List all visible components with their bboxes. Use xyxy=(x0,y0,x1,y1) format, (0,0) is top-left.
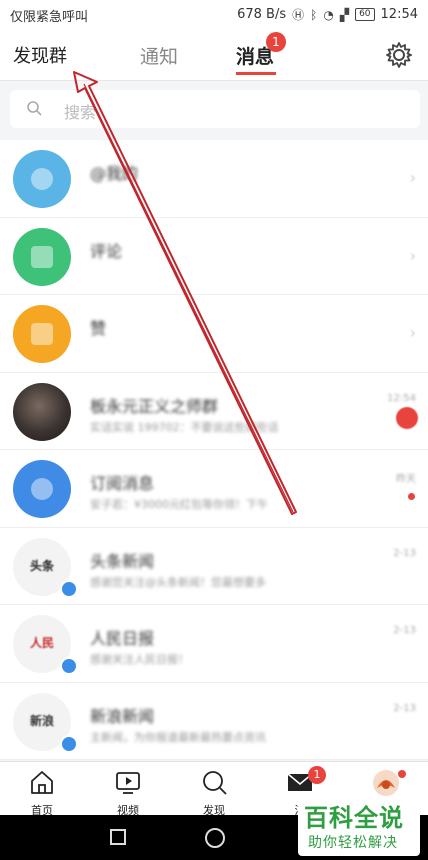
list-item-time: 2-13 xyxy=(393,547,416,559)
list-item-title: @我的 xyxy=(90,164,139,183)
list-item-subtitle: 感谢关注人民日报！ xyxy=(90,653,189,666)
list-item-subtitle: 实话实说 199702：不要说这些那些话 xyxy=(90,420,279,434)
settings-gear-icon[interactable] xyxy=(384,40,414,70)
list-item-subtitle: 安子若：¥3000元红包等你领！下午 xyxy=(90,498,268,511)
list-item-time: 12:54 xyxy=(387,392,416,404)
battery-icon: 60 xyxy=(355,8,375,21)
verified-badge xyxy=(60,657,78,675)
chevron-right-icon: › xyxy=(409,168,416,187)
carrier-text: 仅限紧急呼叫 xyxy=(10,10,89,25)
list-item-sina-news[interactable]: 新浪 新浪新闻 主新闻，为你报道最新最热要点资讯 2-13 xyxy=(0,683,428,760)
list-item-time: 2-13 xyxy=(393,702,416,714)
active-tab-indicator xyxy=(236,72,276,75)
watermark-subtitle: 助你轻松解决 xyxy=(308,835,398,851)
messages-tab-badge: 1 xyxy=(266,32,286,52)
chevron-right-icon: › xyxy=(409,323,416,342)
search-icon xyxy=(27,101,42,116)
comments-avatar xyxy=(13,227,71,286)
list-item-subtitle: 主新闻，为你报道最新最热要点资讯 xyxy=(90,730,266,744)
list-item-title: 板永元正义之师群 xyxy=(90,396,219,416)
list-item-group-chat[interactable]: 板永元正义之师群 实话实说 199702：不要说这些那些话 12:54 xyxy=(0,373,428,450)
list-item-toutiao-news[interactable]: 头条 头条新闻 感谢您关注@头条新闻！您最想要多 2-13 xyxy=(0,528,428,605)
search-placeholder: 搜索 xyxy=(64,103,97,122)
signal-icon: ▞ xyxy=(339,7,350,22)
list-item-subtitle: 感谢您关注@头条新闻！您最想要多 xyxy=(90,575,266,589)
recent-apps-button[interactable] xyxy=(110,829,126,845)
list-item-subscriptions[interactable]: 订阅消息 安子若：¥3000元红包等你领！下午 昨天 xyxy=(0,450,428,528)
subscriptions-avatar xyxy=(13,460,71,518)
wifi-icon: ◔ xyxy=(323,7,334,22)
unread-dot xyxy=(408,493,415,500)
list-item-title: 新浪新闻 xyxy=(90,706,155,726)
list-item-title: 订阅消息 xyxy=(90,474,155,493)
clock: 12:54 xyxy=(380,7,418,22)
status-bar: 仅限紧急呼叫 678 B/s Ⓗ ᛒ ◔ ▞ 60 12:54 xyxy=(0,0,428,28)
profile-avatar-icon xyxy=(373,770,399,796)
group-avatar xyxy=(13,382,71,441)
top-header: 发现群 通知 消息 1 xyxy=(0,28,428,81)
verified-badge xyxy=(60,734,78,753)
profile-unread-dot xyxy=(398,770,406,778)
home-button[interactable] xyxy=(205,828,225,848)
verified-badge xyxy=(60,579,78,598)
list-item-comments[interactable]: 评论 › xyxy=(0,218,428,295)
hd-icon: Ⓗ xyxy=(292,8,305,22)
list-item-title: 人民日报 xyxy=(90,629,155,648)
site-watermark: 百科全说 助你轻松解决 xyxy=(298,796,420,856)
discover-group-link[interactable]: 发现群 xyxy=(13,42,67,68)
list-item-peoples-daily[interactable]: 人民 人民日报 感谢关注人民日报！ 2-13 xyxy=(0,605,428,683)
nav-discover[interactable]: 发现 xyxy=(186,768,242,818)
list-item-likes[interactable]: 赞 › xyxy=(0,295,428,373)
nav-home[interactable]: 首页 xyxy=(14,768,70,818)
list-item-time: 2-13 xyxy=(393,625,416,636)
search-area: 搜索 xyxy=(0,81,428,139)
list-item-time: 昨天 xyxy=(396,474,416,485)
video-icon xyxy=(116,772,140,794)
unread-count-badge xyxy=(396,406,418,429)
likes-avatar xyxy=(13,305,71,363)
watermark-title: 百科全说 xyxy=(304,804,404,832)
mentions-avatar xyxy=(13,150,71,208)
list-item-title: 头条新闻 xyxy=(90,551,155,571)
network-speed: 678 B/s xyxy=(237,7,287,22)
search-input[interactable]: 搜索 xyxy=(10,90,420,128)
chevron-right-icon: › xyxy=(409,245,416,265)
home-icon xyxy=(31,771,53,794)
nav-video[interactable]: 视频 xyxy=(100,768,156,818)
discover-search-icon xyxy=(203,771,227,795)
list-item-title: 赞 xyxy=(90,319,107,338)
list-item-mentions[interactable]: @我的 › xyxy=(0,140,428,218)
list-item-title: 评论 xyxy=(90,241,123,261)
tab-notifications[interactable]: 通知 xyxy=(140,42,178,69)
message-list: @我的 › 评论 › 赞 › 板永元正义之师群 实话实说 199702：不要说这… xyxy=(0,140,428,760)
nav-messages-badge: 1 xyxy=(308,766,326,784)
bluetooth-icon: ᛒ xyxy=(310,7,318,22)
